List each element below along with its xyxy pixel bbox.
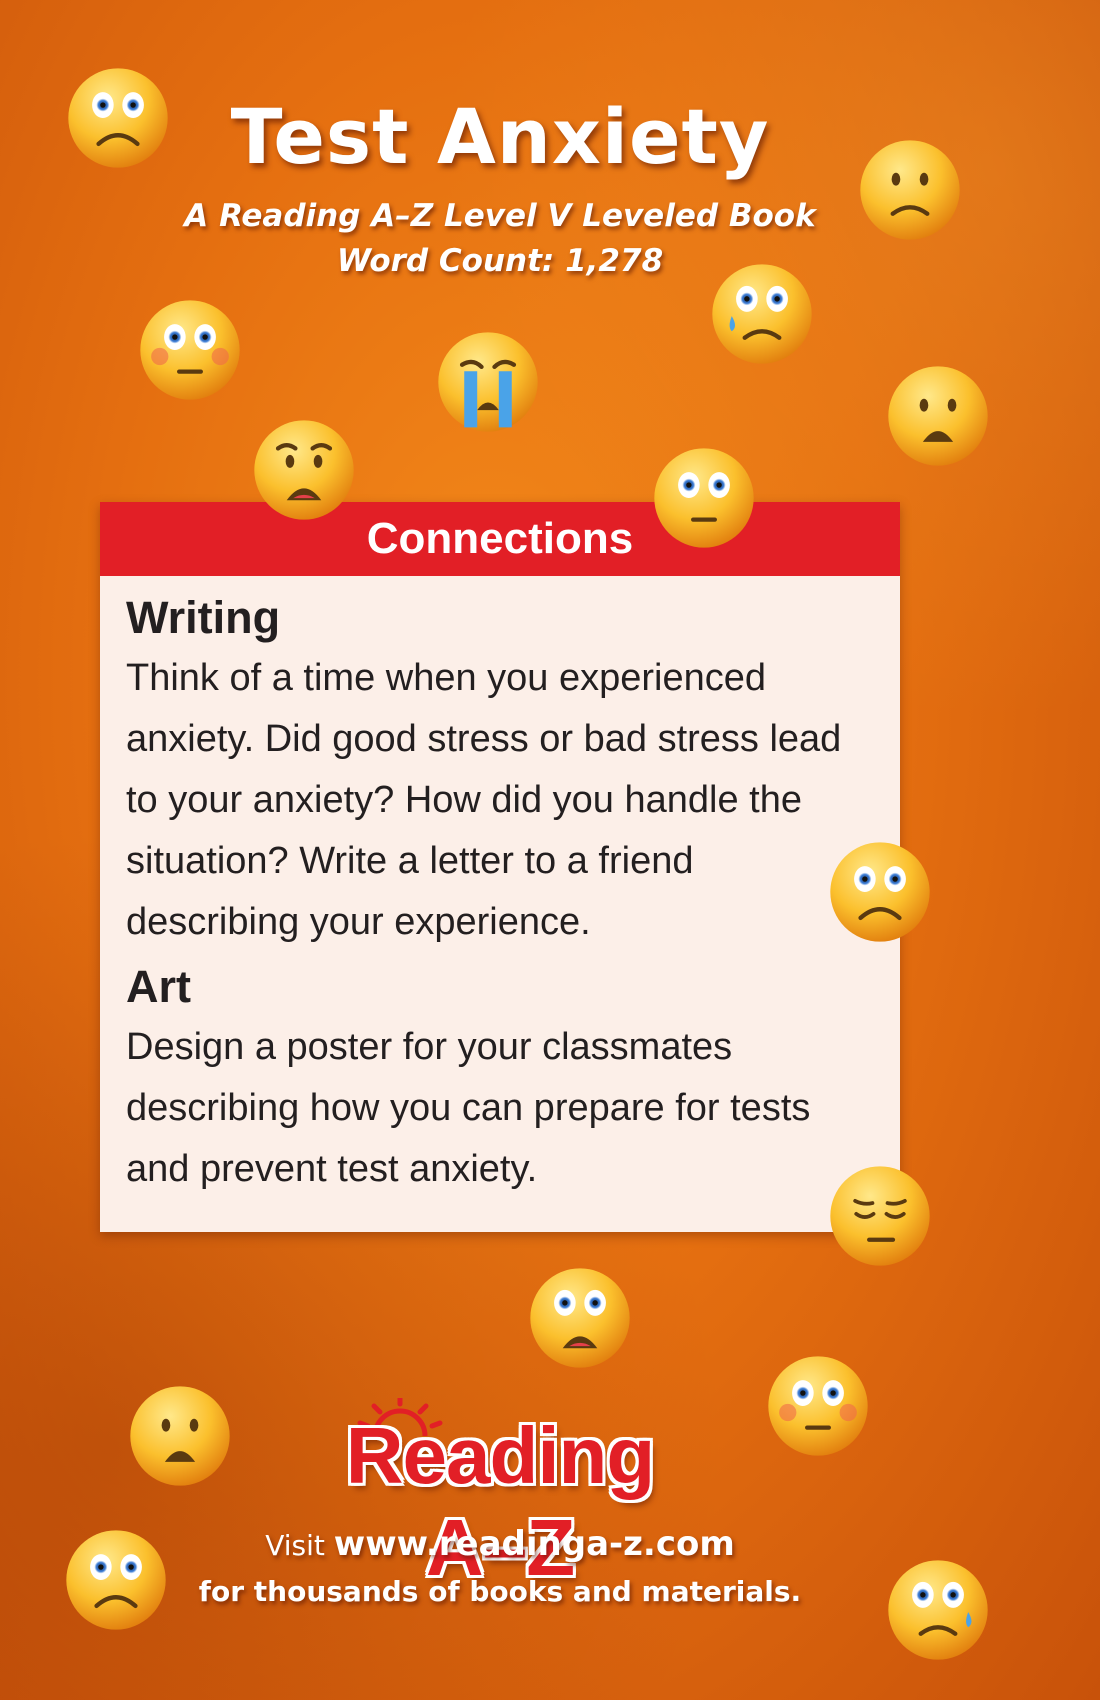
frowning-face-icon	[860, 140, 960, 240]
sad-tear-face-icon	[712, 264, 812, 364]
anguished-face-icon	[254, 420, 354, 520]
relieved-face-icon	[830, 1166, 930, 1266]
crying-face-icon	[438, 332, 538, 432]
writing-text: Think of a time when you experienced anx…	[126, 657, 842, 943]
art-heading: Art	[126, 961, 191, 1012]
flushed-face-icon	[768, 1356, 868, 1456]
worried-face-icon	[830, 842, 930, 942]
book-subtitle: A Reading A–Z Level V Leveled Book	[184, 198, 816, 234]
sad-tear-face-icon	[888, 1560, 988, 1660]
anguished-face-icon	[530, 1268, 630, 1368]
writing-heading: Writing	[126, 592, 281, 643]
word-count: Word Count: 1,278	[336, 243, 664, 279]
worried-face-icon	[68, 68, 168, 168]
worried-face-icon	[66, 1530, 166, 1630]
connections-card: Connections Writing Think of a time when…	[100, 502, 900, 1232]
flushed-face-icon	[654, 448, 754, 548]
anguished-face-icon	[888, 366, 988, 466]
flushed-face-icon	[140, 300, 240, 400]
anguished-face-icon	[130, 1386, 230, 1486]
connections-body: Writing Think of a time when you experie…	[100, 576, 900, 1200]
connections-heading: Connections	[100, 502, 900, 576]
reading-az-logo: Reading A–Z	[345, 1411, 656, 1592]
website-url: www.readinga-z.com	[333, 1524, 735, 1564]
art-text: Design a poster for your classmates desc…	[126, 1026, 811, 1190]
visit-prefix: Visit	[265, 1529, 334, 1562]
